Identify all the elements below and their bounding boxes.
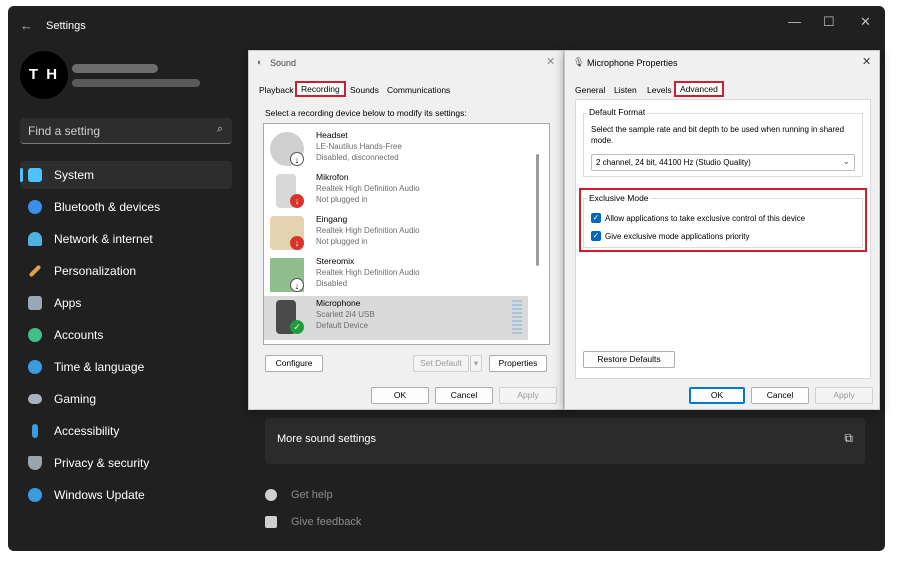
- give-feedback-link[interactable]: Give feedback: [265, 516, 361, 528]
- sound-dialog: ◐ Sound ✕ Playback Recording Sounds Comm…: [248, 50, 564, 410]
- apps-icon: [28, 296, 42, 310]
- tab-sounds[interactable]: Sounds: [350, 85, 379, 95]
- chevron-down-icon: ⌄: [842, 156, 850, 166]
- allow-exclusive-checkbox[interactable]: ✓ Allow applications to take exclusive c…: [591, 213, 805, 223]
- tab-playback[interactable]: Playback: [259, 85, 294, 95]
- default-format-label: Default Format: [587, 107, 648, 117]
- tab-communications[interactable]: Communications: [387, 85, 450, 95]
- mic-cancel-button[interactable]: Cancel: [751, 387, 809, 404]
- get-help-link[interactable]: Get help: [265, 489, 333, 501]
- tab-levels[interactable]: Levels: [647, 85, 672, 95]
- tab-general[interactable]: General: [575, 85, 605, 95]
- shield-icon: [28, 456, 42, 470]
- avatar[interactable]: T H: [20, 51, 68, 99]
- mic-ok-button[interactable]: OK: [689, 387, 745, 404]
- person-icon: [28, 328, 42, 342]
- microphone-properties-dialog: 🎙 Microphone Properties ✕ General Listen…: [564, 50, 880, 410]
- disabled-arrow-icon: ↓: [290, 152, 304, 166]
- feedback-icon: [265, 516, 277, 528]
- sidebar-item-apps[interactable]: Apps: [20, 289, 232, 317]
- set-default-button[interactable]: Set Default: [413, 355, 469, 372]
- globe-clock-icon: [28, 360, 42, 374]
- sidebar-item-windows-update[interactable]: Windows Update: [20, 481, 232, 509]
- accessibility-icon: [32, 424, 38, 438]
- back-arrow-icon[interactable]: ←: [20, 18, 33, 33]
- sound-dialog-title: Sound: [270, 58, 297, 68]
- minimize-button[interactable]: —: [788, 14, 801, 29]
- update-icon: [28, 488, 42, 502]
- bluetooth-icon: [28, 200, 42, 214]
- more-sound-settings-label: More sound settings: [277, 433, 377, 445]
- sound-apply-button[interactable]: Apply: [499, 387, 557, 404]
- exclusive-priority-checkbox[interactable]: ✓ Give exclusive mode applications prior…: [591, 231, 750, 241]
- search-placeholder: Find a setting: [28, 124, 101, 138]
- disabled-arrow-icon: ↓: [290, 278, 304, 292]
- username-placeholder: [72, 64, 158, 73]
- configure-button[interactable]: Configure: [265, 355, 323, 372]
- level-meter: [512, 300, 522, 336]
- more-sound-settings-row[interactable]: More sound settings ⧉: [265, 418, 865, 464]
- properties-button[interactable]: Properties: [489, 355, 547, 372]
- device-eingang[interactable]: ↓ Eingang Realtek High Definition Audio …: [264, 212, 534, 254]
- sidebar-item-accessibility[interactable]: Accessibility: [20, 417, 232, 445]
- speaker-icon: ◐: [257, 57, 263, 67]
- sidebar-item-gaming[interactable]: Gaming: [20, 385, 232, 413]
- close-button[interactable]: ✕: [860, 14, 871, 30]
- checkbox-checked-icon: ✓: [591, 231, 601, 241]
- external-link-icon: ⧉: [844, 431, 853, 445]
- checkbox-checked-icon: ✓: [591, 213, 601, 223]
- maximize-button[interactable]: ☐: [823, 14, 835, 30]
- sidebar-item-accounts[interactable]: Accounts: [20, 321, 232, 349]
- exclusive-mode-label: Exclusive Mode: [587, 193, 651, 203]
- search-input[interactable]: Find a setting ⌕: [20, 118, 232, 144]
- sidebar-item-network[interactable]: Network & internet: [20, 225, 232, 253]
- wifi-icon: [28, 232, 42, 246]
- device-mikrofon[interactable]: ↓ Mikrofon Realtek High Definition Audio…: [264, 170, 534, 212]
- system-icon: [28, 168, 42, 182]
- unplugged-arrow-icon: ↓: [290, 194, 304, 208]
- mic-apply-button[interactable]: Apply: [815, 387, 873, 404]
- sound-instruction: Select a recording device below to modif…: [265, 108, 467, 118]
- list-scrollbar[interactable]: [536, 154, 539, 266]
- tab-recording[interactable]: Recording: [295, 81, 346, 97]
- device-headset[interactable]: ↓ Headset LE-Nautilus Hands-Free Disable…: [264, 128, 534, 170]
- sidebar-item-time-language[interactable]: Time & language: [20, 353, 232, 381]
- sidebar-item-personalization[interactable]: Personalization: [20, 257, 232, 285]
- gamepad-icon: [28, 394, 42, 404]
- search-icon: ⌕: [216, 123, 223, 135]
- microphone-small-icon: 🎙: [573, 57, 585, 67]
- sidebar-item-system[interactable]: System: [20, 161, 232, 189]
- restore-defaults-button[interactable]: Restore Defaults: [583, 351, 675, 368]
- sidebar-item-privacy[interactable]: Privacy & security: [20, 449, 232, 477]
- sound-cancel-button[interactable]: Cancel: [435, 387, 493, 404]
- device-microphone-selected[interactable]: ✓ Microphone Scarlett 2i4 USB Default De…: [264, 296, 528, 340]
- tab-listen[interactable]: Listen: [614, 85, 637, 95]
- tab-advanced[interactable]: Advanced: [674, 81, 724, 97]
- recording-device-list[interactable]: ↓ Headset LE-Nautilus Hands-Free Disable…: [263, 123, 550, 345]
- email-placeholder: [72, 79, 200, 87]
- format-description: Select the sample rate and bit depth to …: [591, 125, 845, 145]
- sound-ok-button[interactable]: OK: [371, 387, 429, 404]
- help-icon: [265, 489, 277, 501]
- device-stereomix[interactable]: ↓ Stereomix Realtek High Definition Audi…: [264, 254, 534, 296]
- brush-icon: [28, 264, 42, 278]
- unplugged-arrow-icon: ↓: [290, 236, 304, 250]
- mic-close-icon[interactable]: ✕: [862, 55, 871, 68]
- mic-dialog-title: Microphone Properties: [587, 58, 678, 68]
- format-select[interactable]: 2 channel, 24 bit, 44100 Hz (Studio Qual…: [591, 154, 855, 171]
- sidebar-item-bluetooth[interactable]: Bluetooth & devices: [20, 193, 232, 221]
- sound-close-icon[interactable]: ✕: [546, 55, 555, 68]
- set-default-dropdown[interactable]: ▾: [470, 355, 482, 372]
- default-check-icon: ✓: [290, 320, 304, 334]
- window-title: Settings: [46, 20, 86, 32]
